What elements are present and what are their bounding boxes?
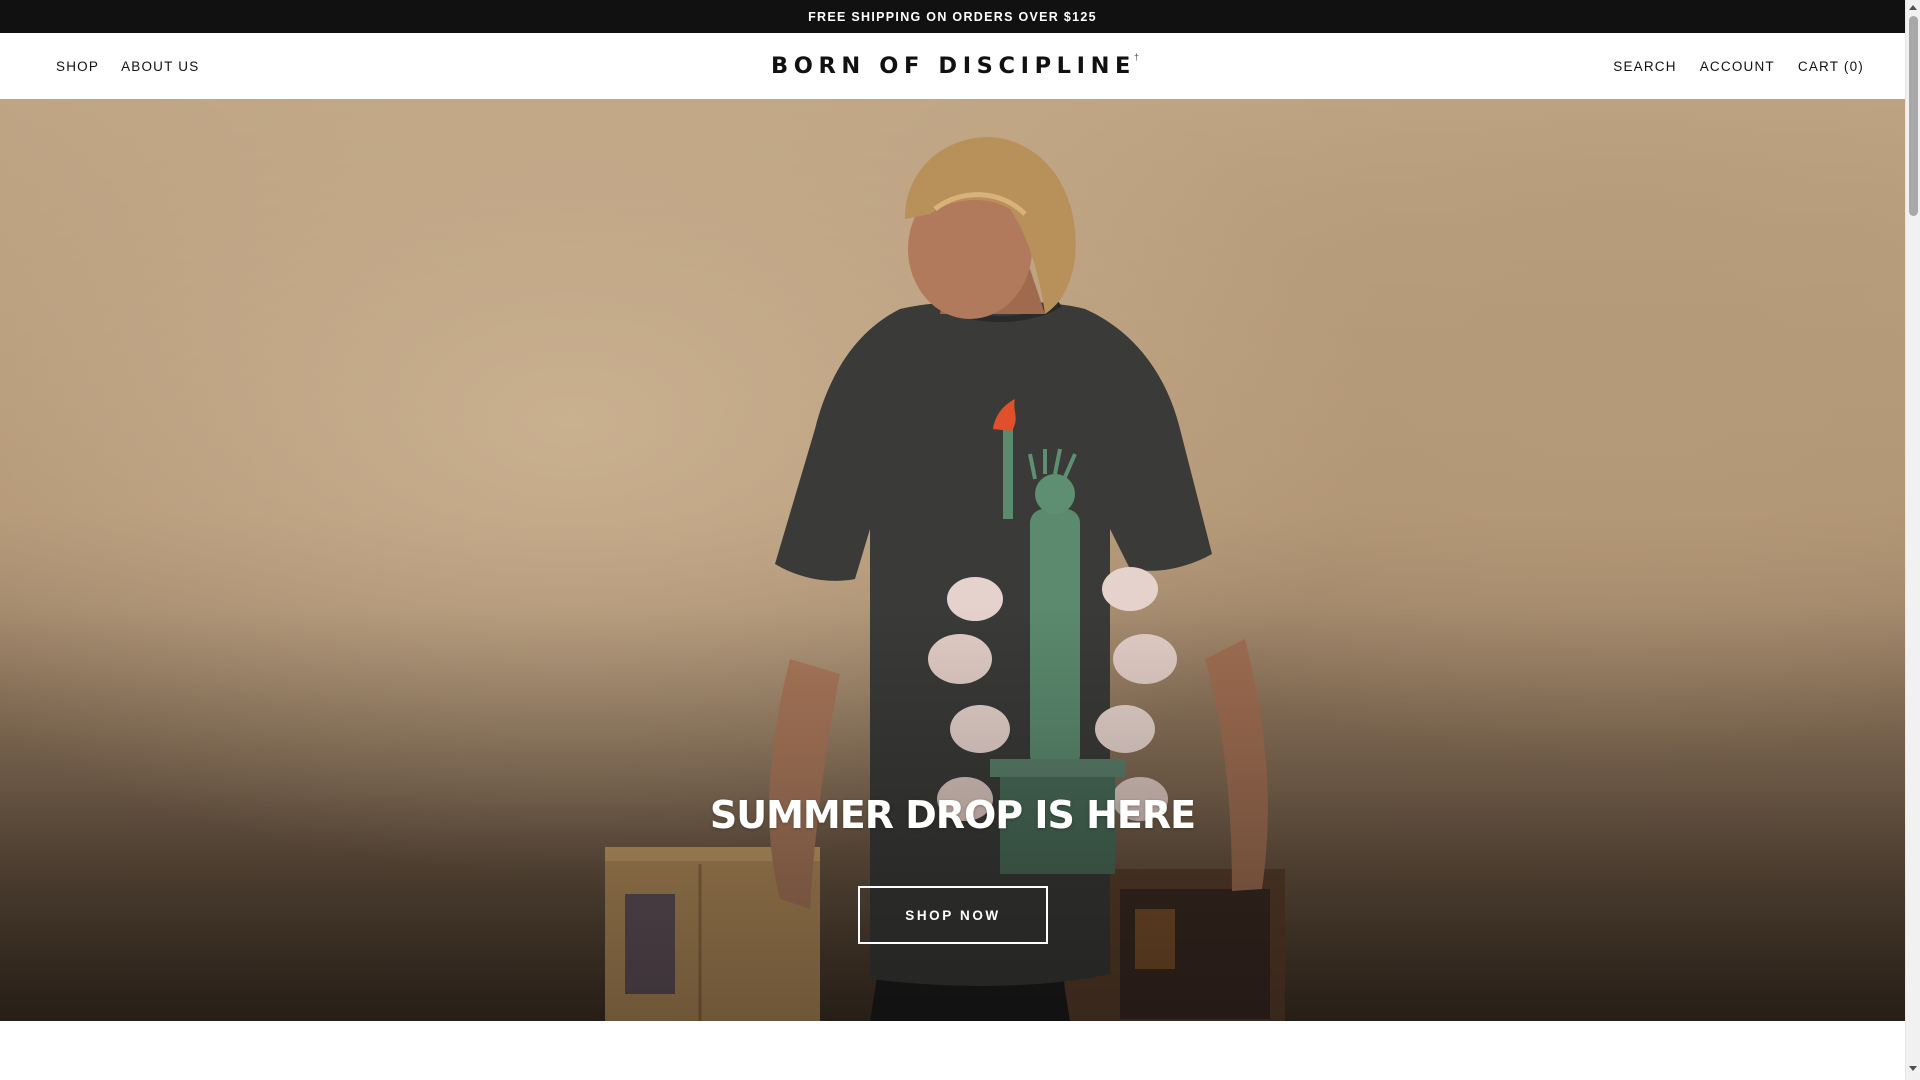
site-logo[interactable]: BORN OF DISCIPLINE bbox=[771, 53, 1136, 79]
hero-banner: SUMMER DROP IS HERE SHOP NOW bbox=[0, 99, 1905, 1021]
primary-nav: SHOP ABOUT US bbox=[56, 33, 199, 99]
hero-overlay bbox=[0, 99, 1905, 1021]
nav-about-us-link[interactable]: ABOUT US bbox=[121, 59, 199, 74]
page-scrollbar[interactable] bbox=[1905, 0, 1920, 1080]
page: FREE SHIPPING ON ORDERS OVER $125 SHOP A… bbox=[0, 0, 1905, 1080]
announcement-text: FREE SHIPPING ON ORDERS OVER $125 bbox=[808, 9, 1097, 24]
shop-now-button[interactable]: SHOP NOW bbox=[858, 886, 1048, 944]
site-header: SHOP ABOUT US BORN OF DISCIPLINE † SEARC… bbox=[0, 33, 1905, 99]
search-link[interactable]: SEARCH bbox=[1613, 59, 1676, 74]
account-link[interactable]: ACCOUNT bbox=[1700, 59, 1775, 74]
scroll-down-arrow-icon[interactable] bbox=[1909, 1066, 1917, 1071]
cart-link[interactable]: CART (0) bbox=[1798, 59, 1864, 74]
utility-nav: SEARCH ACCOUNT CART (0) bbox=[1613, 33, 1864, 99]
hero-headline: SUMMER DROP IS HERE bbox=[709, 793, 1196, 837]
scroll-up-arrow-icon[interactable] bbox=[1909, 5, 1917, 10]
announcement-bar: FREE SHIPPING ON ORDERS OVER $125 bbox=[0, 0, 1905, 33]
scroll-thumb[interactable] bbox=[1909, 16, 1918, 216]
nav-shop-link[interactable]: SHOP bbox=[56, 59, 99, 74]
logo-mark: † bbox=[1134, 52, 1140, 62]
